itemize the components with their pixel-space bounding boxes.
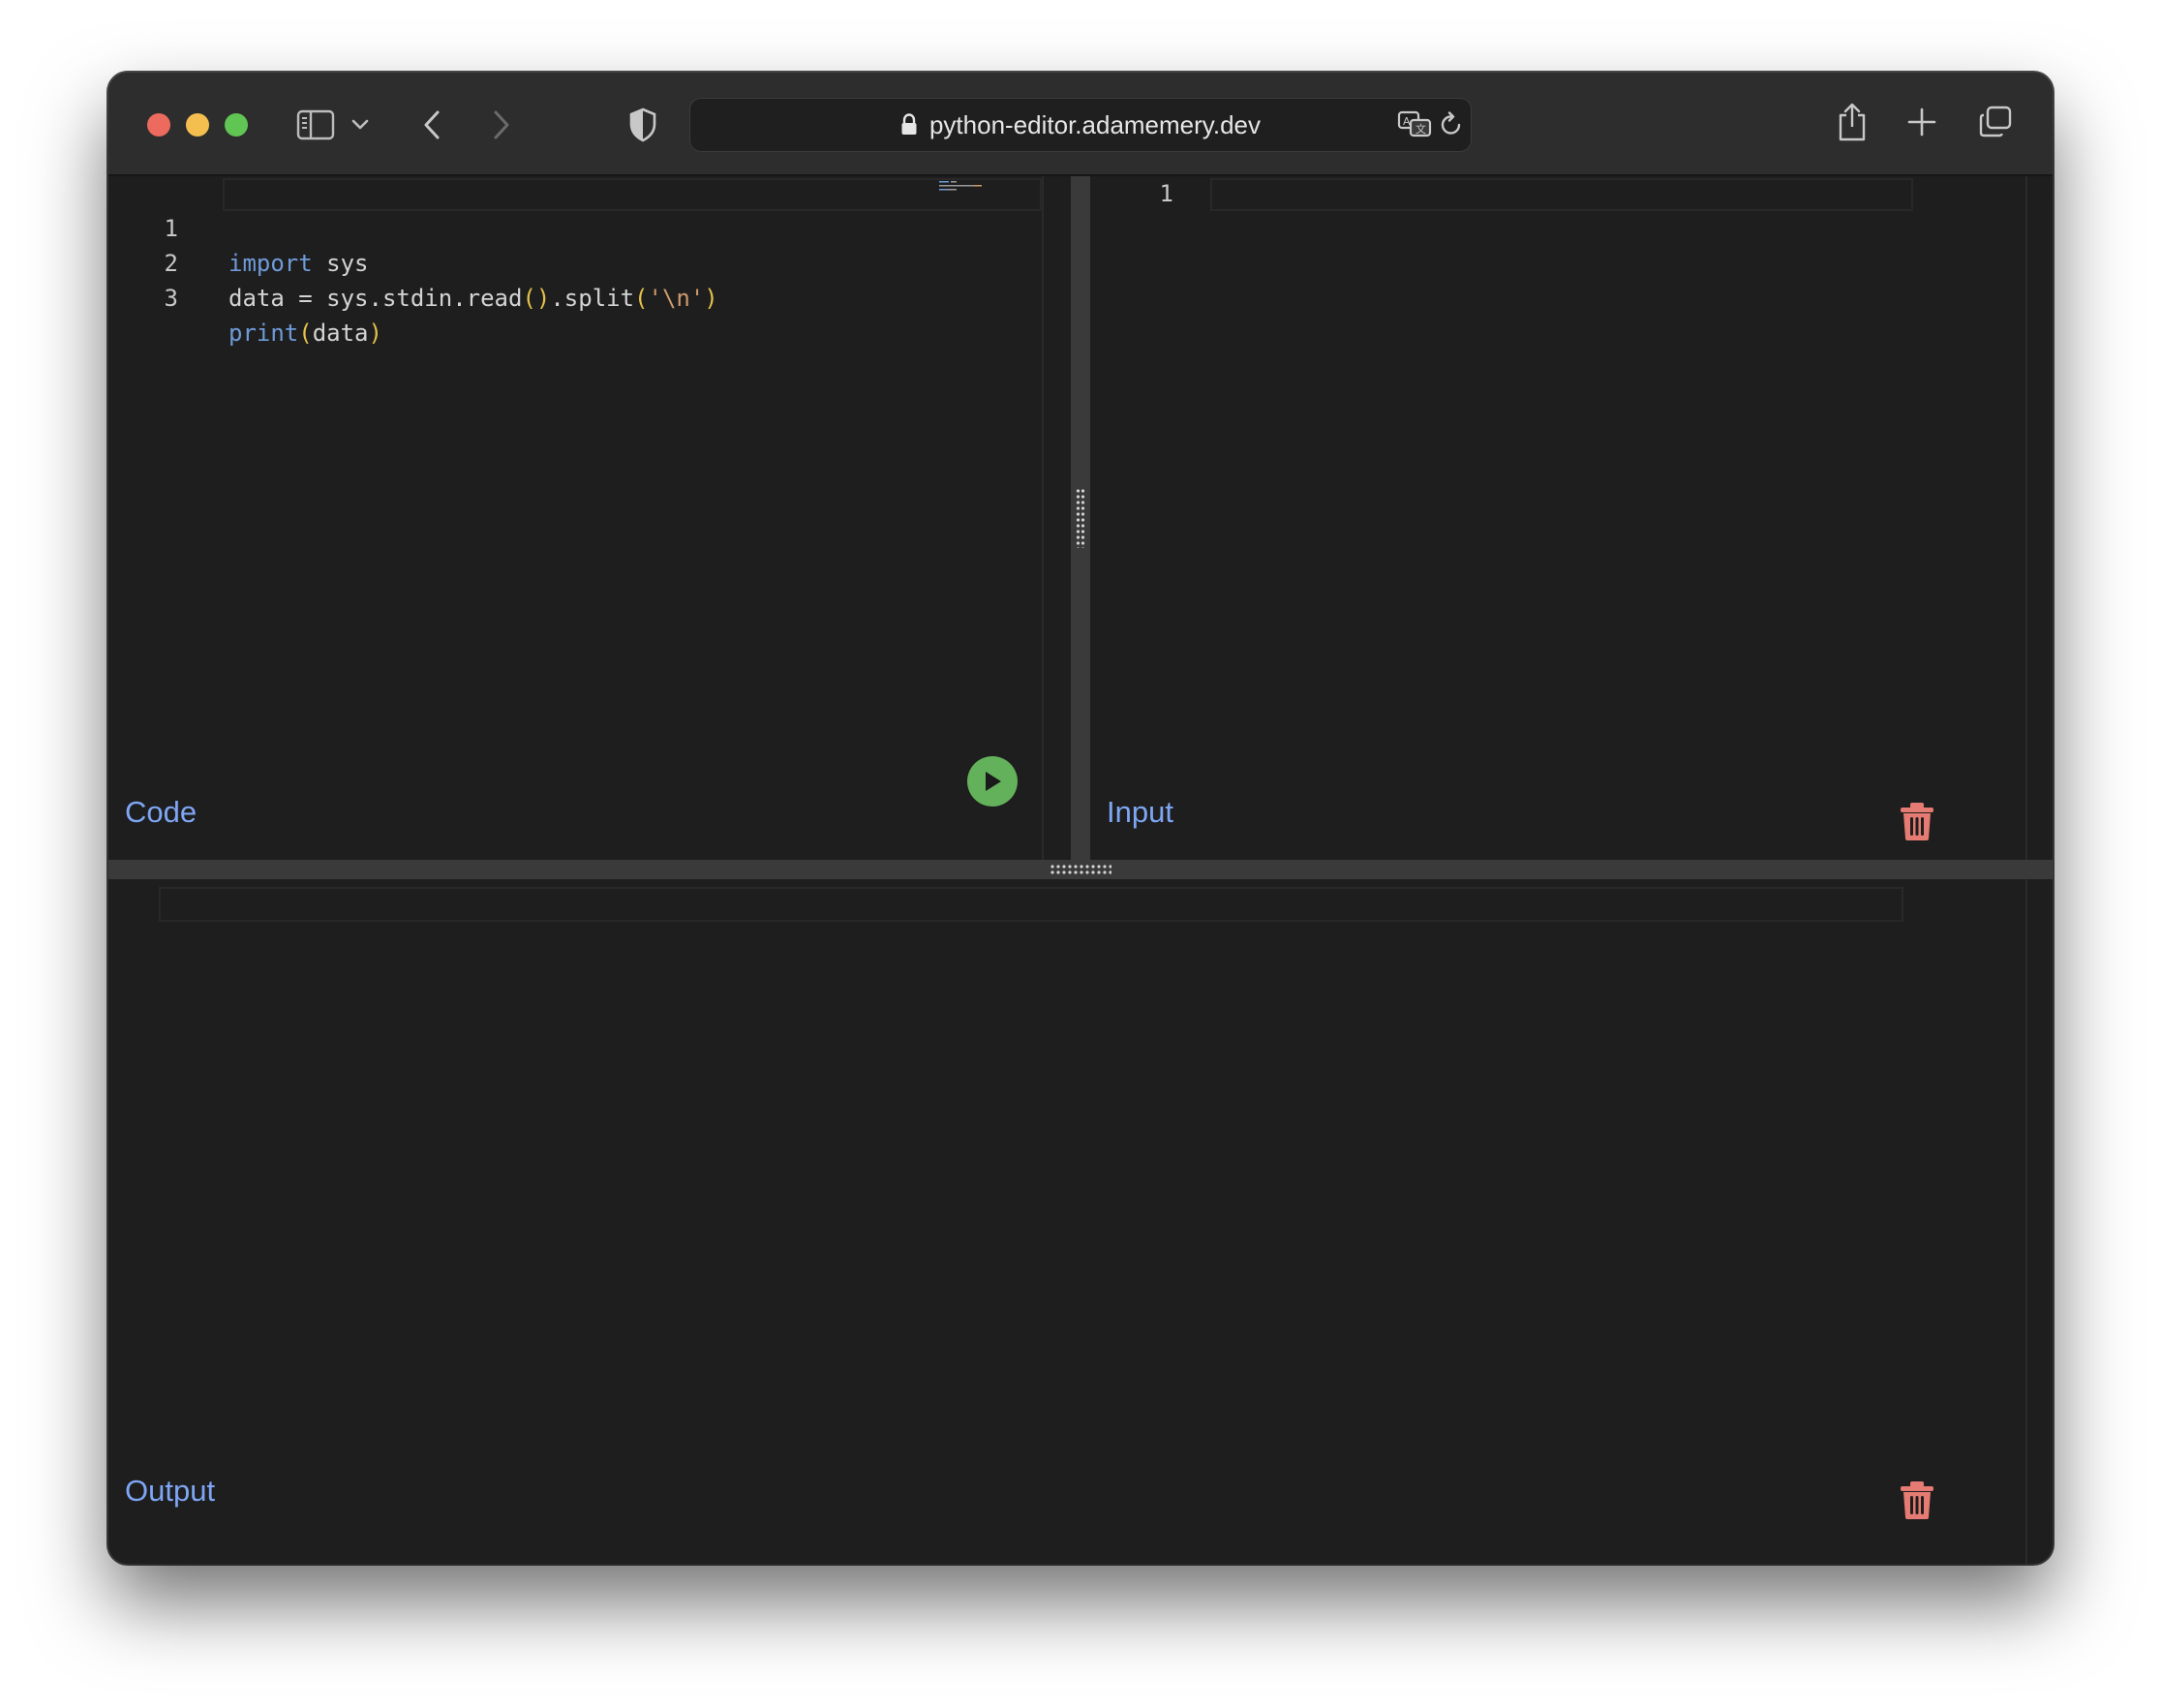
code-text: print(data) bbox=[228, 320, 382, 347]
url-text: python-editor.adamemery.dev bbox=[928, 109, 1262, 139]
privacy-shield-icon[interactable] bbox=[627, 106, 658, 144]
forward-icon[interactable] bbox=[490, 106, 513, 144]
code-line-2[interactable]: 2 data = sys.stdin.read().split('\n') bbox=[108, 211, 1044, 312]
play-icon bbox=[986, 772, 1001, 791]
browser-window: python-editor.adamemery.dev A文 1 import … bbox=[108, 73, 2053, 1564]
clear-output-trash-icon[interactable] bbox=[1900, 1479, 1934, 1520]
line-number: 3 bbox=[164, 285, 178, 312]
svg-text:A: A bbox=[1403, 115, 1411, 128]
code-pane: 1 import sys 2 data = sys.stdin.read().s… bbox=[108, 176, 1044, 860]
grip-icon bbox=[1050, 864, 1111, 875]
sidebar-icon[interactable] bbox=[296, 106, 335, 144]
input-pane-scrollbar-track bbox=[2025, 176, 2027, 860]
input-line-1[interactable]: 1 bbox=[1090, 176, 2053, 211]
share-icon[interactable] bbox=[1836, 100, 1869, 144]
back-icon[interactable] bbox=[420, 106, 443, 144]
lock-icon bbox=[900, 113, 918, 137]
address-bar[interactable]: python-editor.adamemery.dev A文 bbox=[689, 98, 1472, 152]
code-minimap[interactable] bbox=[939, 180, 1017, 196]
tab-overview-icon[interactable] bbox=[1977, 104, 2014, 140]
code-pane-border bbox=[1042, 176, 1044, 860]
chevron-down-icon[interactable] bbox=[350, 113, 370, 137]
grip-icon bbox=[1076, 488, 1085, 548]
translate-icon[interactable]: A文 bbox=[1397, 108, 1434, 141]
line-number: 1 bbox=[1159, 180, 1173, 207]
output-pane-scrollbar-track bbox=[2025, 879, 2027, 1564]
vertical-resize-handle[interactable] bbox=[1071, 176, 1090, 860]
output-label: Output bbox=[125, 1474, 216, 1508]
minimize-window-button[interactable] bbox=[186, 113, 209, 137]
zoom-window-button[interactable] bbox=[225, 113, 248, 137]
clear-input-trash-icon[interactable] bbox=[1900, 801, 1934, 841]
horizontal-resize-handle[interactable] bbox=[108, 860, 2053, 879]
code-line-1[interactable]: 1 import sys bbox=[108, 176, 1044, 277]
svg-text:文: 文 bbox=[1415, 122, 1426, 136]
code-label: Code bbox=[125, 795, 198, 829]
input-pane[interactable]: 1 Input bbox=[1090, 176, 2053, 860]
output-pane: Output bbox=[108, 879, 2053, 1564]
new-tab-icon[interactable] bbox=[1905, 106, 1938, 138]
input-label: Input bbox=[1107, 795, 1173, 829]
run-button[interactable] bbox=[967, 756, 1018, 807]
close-window-button[interactable] bbox=[147, 113, 170, 137]
reload-icon[interactable] bbox=[1438, 110, 1465, 139]
code-line-3[interactable]: 3 print(data) bbox=[108, 246, 1044, 347]
code-text: data = sys.stdin.read().split('\n') bbox=[228, 285, 718, 312]
output-line-highlight bbox=[159, 887, 1903, 922]
browser-toolbar: python-editor.adamemery.dev A文 bbox=[108, 73, 2053, 176]
